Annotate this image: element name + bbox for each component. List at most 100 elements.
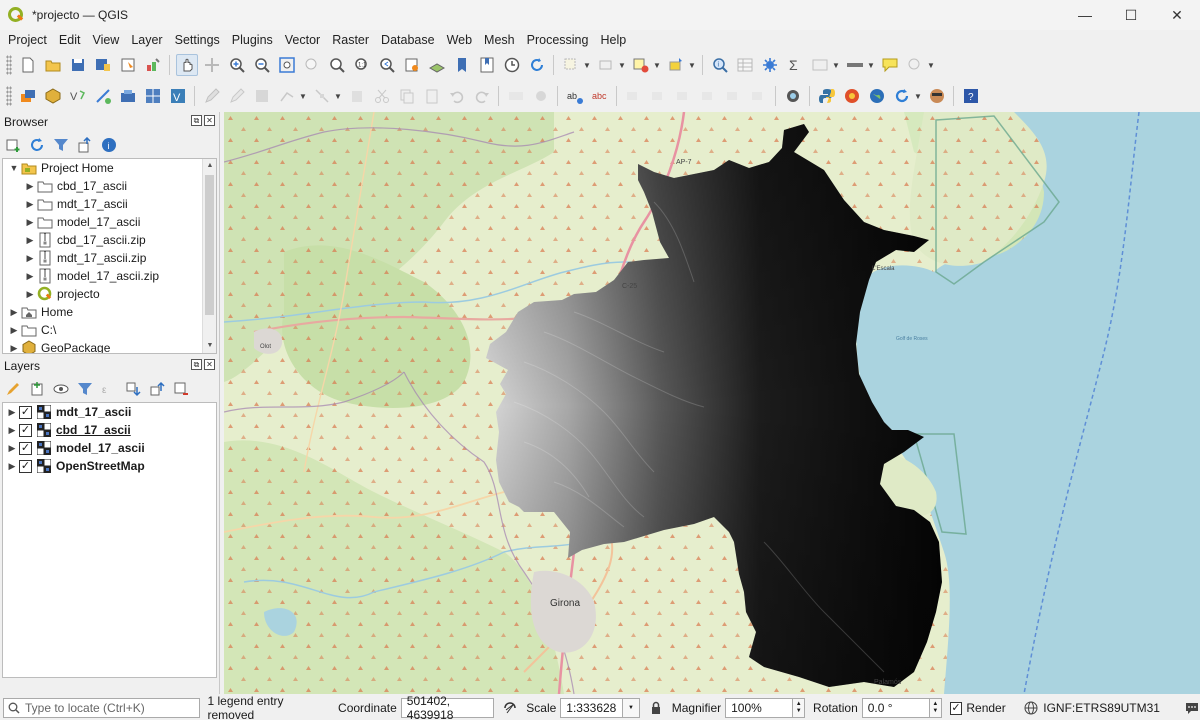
layer-item[interactable]: ▶ ✓ model_17_ascii: [3, 439, 216, 457]
add-selected-layers-icon[interactable]: [4, 136, 22, 154]
select-by-value-icon[interactable]: [595, 54, 617, 76]
browser-item[interactable]: ▶ Home: [3, 303, 216, 321]
browser-refresh-icon[interactable]: [28, 136, 46, 154]
filter-expression-icon[interactable]: ε: [100, 380, 118, 398]
locator-search-field[interactable]: Type to locate (Ctrl+K): [3, 698, 200, 718]
minimize-button[interactable]: —: [1062, 0, 1108, 30]
toolbar-grip[interactable]: [6, 55, 12, 75]
map-canvas[interactable]: Girona AP-7 C-25 Olot Palamós Golf de Ro…: [224, 112, 1200, 694]
layers-close-button[interactable]: ✕: [204, 359, 215, 370]
paste-features-icon[interactable]: [421, 85, 443, 107]
menu-database[interactable]: Database: [375, 30, 441, 50]
data-source-manager-icon[interactable]: [17, 85, 39, 107]
new-project-icon[interactable]: [17, 54, 39, 76]
manage-map-themes-icon[interactable]: [52, 380, 70, 398]
browser-item[interactable]: ▶ GeoPackage: [3, 339, 216, 354]
new-map-view-icon[interactable]: [401, 54, 423, 76]
collapsed-arrow-icon[interactable]: ▶: [23, 271, 37, 282]
menu-edit[interactable]: Edit: [53, 30, 87, 50]
magnifier-spinner[interactable]: ▲ ▼: [793, 698, 806, 718]
collapsed-arrow-icon[interactable]: ▶: [23, 289, 37, 300]
browser-float-button[interactable]: ⧉: [191, 115, 202, 126]
select-location-icon[interactable]: [665, 54, 687, 76]
scale-field[interactable]: 1:333628: [560, 698, 623, 718]
collapsed-arrow-icon[interactable]: ▶: [5, 407, 19, 418]
lock-scale-icon[interactable]: [648, 700, 664, 716]
layer-visibility-checkbox[interactable]: ✓: [19, 405, 32, 419]
browser-item[interactable]: ▶ C:\: [3, 321, 216, 339]
layer-styling-icon[interactable]: [4, 380, 22, 398]
add-virtual-layer-icon[interactable]: V: [167, 85, 189, 107]
filter-browser-icon[interactable]: [52, 136, 70, 154]
filter-legend-icon[interactable]: [76, 380, 94, 398]
select-dropdown-arrow[interactable]: ▼: [583, 54, 591, 76]
menu-project[interactable]: Project: [2, 30, 53, 50]
collapsed-arrow-icon[interactable]: ▶: [5, 443, 19, 454]
layer-item[interactable]: ▶ ✓ OpenStreetMap: [3, 457, 216, 475]
save-project-icon[interactable]: [67, 54, 89, 76]
zoom-to-layer-icon[interactable]: [326, 54, 348, 76]
current-edits-icon[interactable]: [201, 85, 223, 107]
browser-item[interactable]: ▶ cbd_17_ascii.zip: [3, 231, 216, 249]
browser-close-button[interactable]: ✕: [204, 115, 215, 126]
collapse-all-layers-icon[interactable]: [148, 380, 166, 398]
zoom-in-icon[interactable]: [226, 54, 248, 76]
add-vector-layer-icon[interactable]: V: [67, 85, 89, 107]
expanded-arrow-icon[interactable]: ▼: [7, 163, 21, 173]
menu-raster[interactable]: Raster: [326, 30, 375, 50]
collapsed-arrow-icon[interactable]: ▶: [23, 217, 37, 228]
collapsed-arrow-icon[interactable]: ▶: [7, 343, 21, 354]
browser-item[interactable]: ▶ mdt_17_ascii: [3, 195, 216, 213]
scale-dropdown-arrow[interactable]: ▼: [622, 698, 641, 718]
collapsed-arrow-icon[interactable]: ▶: [7, 325, 21, 336]
layer-item[interactable]: ▶ ✓ mdt_17_ascii: [3, 403, 216, 421]
layer-item[interactable]: ▶ ✓ cbd_17_ascii: [3, 421, 216, 439]
show-bookmarks-icon[interactable]: [476, 54, 498, 76]
temporal-controller-icon[interactable]: [501, 54, 523, 76]
add-group-icon[interactable]: [28, 380, 46, 398]
menu-view[interactable]: View: [86, 30, 125, 50]
collapsed-arrow-icon[interactable]: ▶: [5, 461, 19, 472]
menu-help[interactable]: Help: [594, 30, 632, 50]
toggle-editing-icon[interactable]: [226, 85, 248, 107]
collapsed-arrow-icon[interactable]: ▶: [23, 181, 37, 192]
browser-item[interactable]: ▶ model_17_ascii.zip: [3, 267, 216, 285]
plugin-globe-icon[interactable]: [866, 85, 888, 107]
collapse-all-icon[interactable]: [76, 136, 94, 154]
layer-visibility-checkbox[interactable]: ✓: [19, 441, 32, 455]
collapsed-arrow-icon[interactable]: ▶: [23, 235, 37, 246]
collapsed-arrow-icon[interactable]: ▶: [23, 253, 37, 264]
plugin-rotate-icon[interactable]: [891, 85, 913, 107]
rotation-spinner[interactable]: ▲ ▼: [929, 698, 942, 718]
menu-plugins[interactable]: Plugins: [226, 30, 279, 50]
label-toolbar-icon[interactable]: [505, 85, 527, 107]
plugin-face-icon[interactable]: [926, 85, 948, 107]
rotate-label-icon[interactable]: [723, 85, 745, 107]
deselect-features-icon[interactable]: [630, 54, 652, 76]
vertex-tool-icon[interactable]: [311, 85, 333, 107]
browser-item[interactable]: ▼ Project Home: [3, 159, 216, 177]
layers-tree[interactable]: ▶ ✓ mdt_17_ascii ▶ ✓ cbd_17_ascii ▶ ✓ model_17_a…: [2, 402, 217, 678]
collapsed-arrow-icon[interactable]: ▶: [7, 307, 21, 318]
properties-info-icon[interactable]: i: [100, 136, 118, 154]
statistical-summary-icon[interactable]: Σ: [784, 54, 806, 76]
close-button[interactable]: ✕: [1154, 0, 1200, 30]
layer-visibility-checkbox[interactable]: ✓: [19, 423, 32, 437]
copy-features-icon[interactable]: [396, 85, 418, 107]
menu-settings[interactable]: Settings: [169, 30, 226, 50]
attribute-table-dropdown-arrow[interactable]: ▼: [832, 54, 840, 76]
processing-toolbox-icon[interactable]: [759, 54, 781, 76]
vertex-tool-dropdown-arrow[interactable]: ▼: [334, 85, 342, 107]
delete-selected-icon[interactable]: [346, 85, 368, 107]
zoom-full-icon[interactable]: [276, 54, 298, 76]
new-bookmark-icon[interactable]: [451, 54, 473, 76]
zoom-to-selection-icon[interactable]: [301, 54, 323, 76]
digitize-icon[interactable]: [276, 85, 298, 107]
extents-toggle-icon[interactable]: [502, 700, 518, 716]
menu-processing[interactable]: Processing: [521, 30, 595, 50]
zoom-native-icon[interactable]: 1:1: [351, 54, 373, 76]
collapsed-arrow-icon[interactable]: ▶: [23, 199, 37, 210]
menu-layer[interactable]: Layer: [125, 30, 168, 50]
menu-web[interactable]: Web: [441, 30, 478, 50]
cut-features-icon[interactable]: [371, 85, 393, 107]
